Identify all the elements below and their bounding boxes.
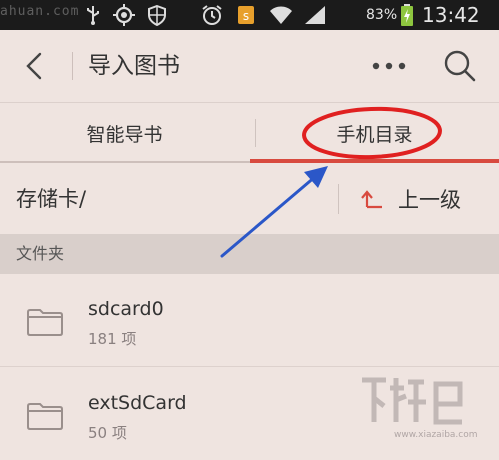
up-level-button[interactable]: 上一级 <box>360 180 461 218</box>
folder-icon <box>27 309 63 336</box>
tab-underline-inactive <box>0 161 250 163</box>
folder-name: sdcard0 <box>88 298 164 320</box>
section-label: 文件夹 <box>16 244 65 263</box>
search-icon <box>444 50 476 82</box>
alarm-icon <box>200 4 224 26</box>
path-separator <box>338 184 339 214</box>
wifi-icon <box>268 4 294 26</box>
current-path: 存储卡/ <box>16 187 87 211</box>
folder-count: 50 项 <box>88 424 127 442</box>
watermark: www.xiazaiba.com <box>356 370 496 444</box>
status-time: 13:42 <box>422 3 480 27</box>
tab-phone-directory-label: 手机目录 <box>336 123 413 146</box>
title-divider <box>72 52 73 80</box>
list-item[interactable]: sdcard0 181 项 <box>0 274 499 367</box>
up-arrow-icon <box>361 190 382 209</box>
search-button[interactable] <box>440 46 480 86</box>
tab-bar: 智能导书 手机目录 <box>0 102 499 164</box>
folder-name: extSdCard <box>88 392 187 414</box>
watermark-url: www.xiazaiba.com <box>394 430 478 440</box>
battery-percent: 83% <box>366 7 398 23</box>
signal-icon <box>302 4 328 26</box>
tab-smart-guide[interactable]: 智能导书 <box>0 103 249 163</box>
up-level-label: 上一级 <box>398 188 461 212</box>
status-watermark: ahuan.com <box>0 4 80 19</box>
status-bar: ahuan.com s 83% 13:42 <box>0 0 499 30</box>
tab-smart-guide-label: 智能导书 <box>86 123 163 146</box>
path-bar: 存储卡/ 上一级 <box>0 166 499 232</box>
back-chevron-icon <box>26 52 42 80</box>
section-header: 文件夹 <box>0 234 499 274</box>
tab-phone-directory[interactable]: 手机目录 <box>250 103 499 163</box>
shield-icon <box>146 4 168 26</box>
notification-icon: s <box>236 4 256 26</box>
usb-icon <box>82 4 104 26</box>
folder-count: 181 项 <box>88 330 137 348</box>
watermark-logo-icon <box>362 377 463 425</box>
battery-charging-icon <box>398 4 416 26</box>
location-icon <box>112 4 136 26</box>
list-divider <box>0 366 499 367</box>
page-title: 导入图书 <box>88 53 180 79</box>
title-bar: 导入图书 <box>0 30 499 102</box>
more-button[interactable] <box>368 50 410 82</box>
tab-underline-active <box>250 159 499 163</box>
more-dots-icon <box>372 62 406 70</box>
svg-text:s: s <box>243 9 249 23</box>
folder-icon <box>27 403 63 430</box>
back-button[interactable] <box>18 48 54 84</box>
